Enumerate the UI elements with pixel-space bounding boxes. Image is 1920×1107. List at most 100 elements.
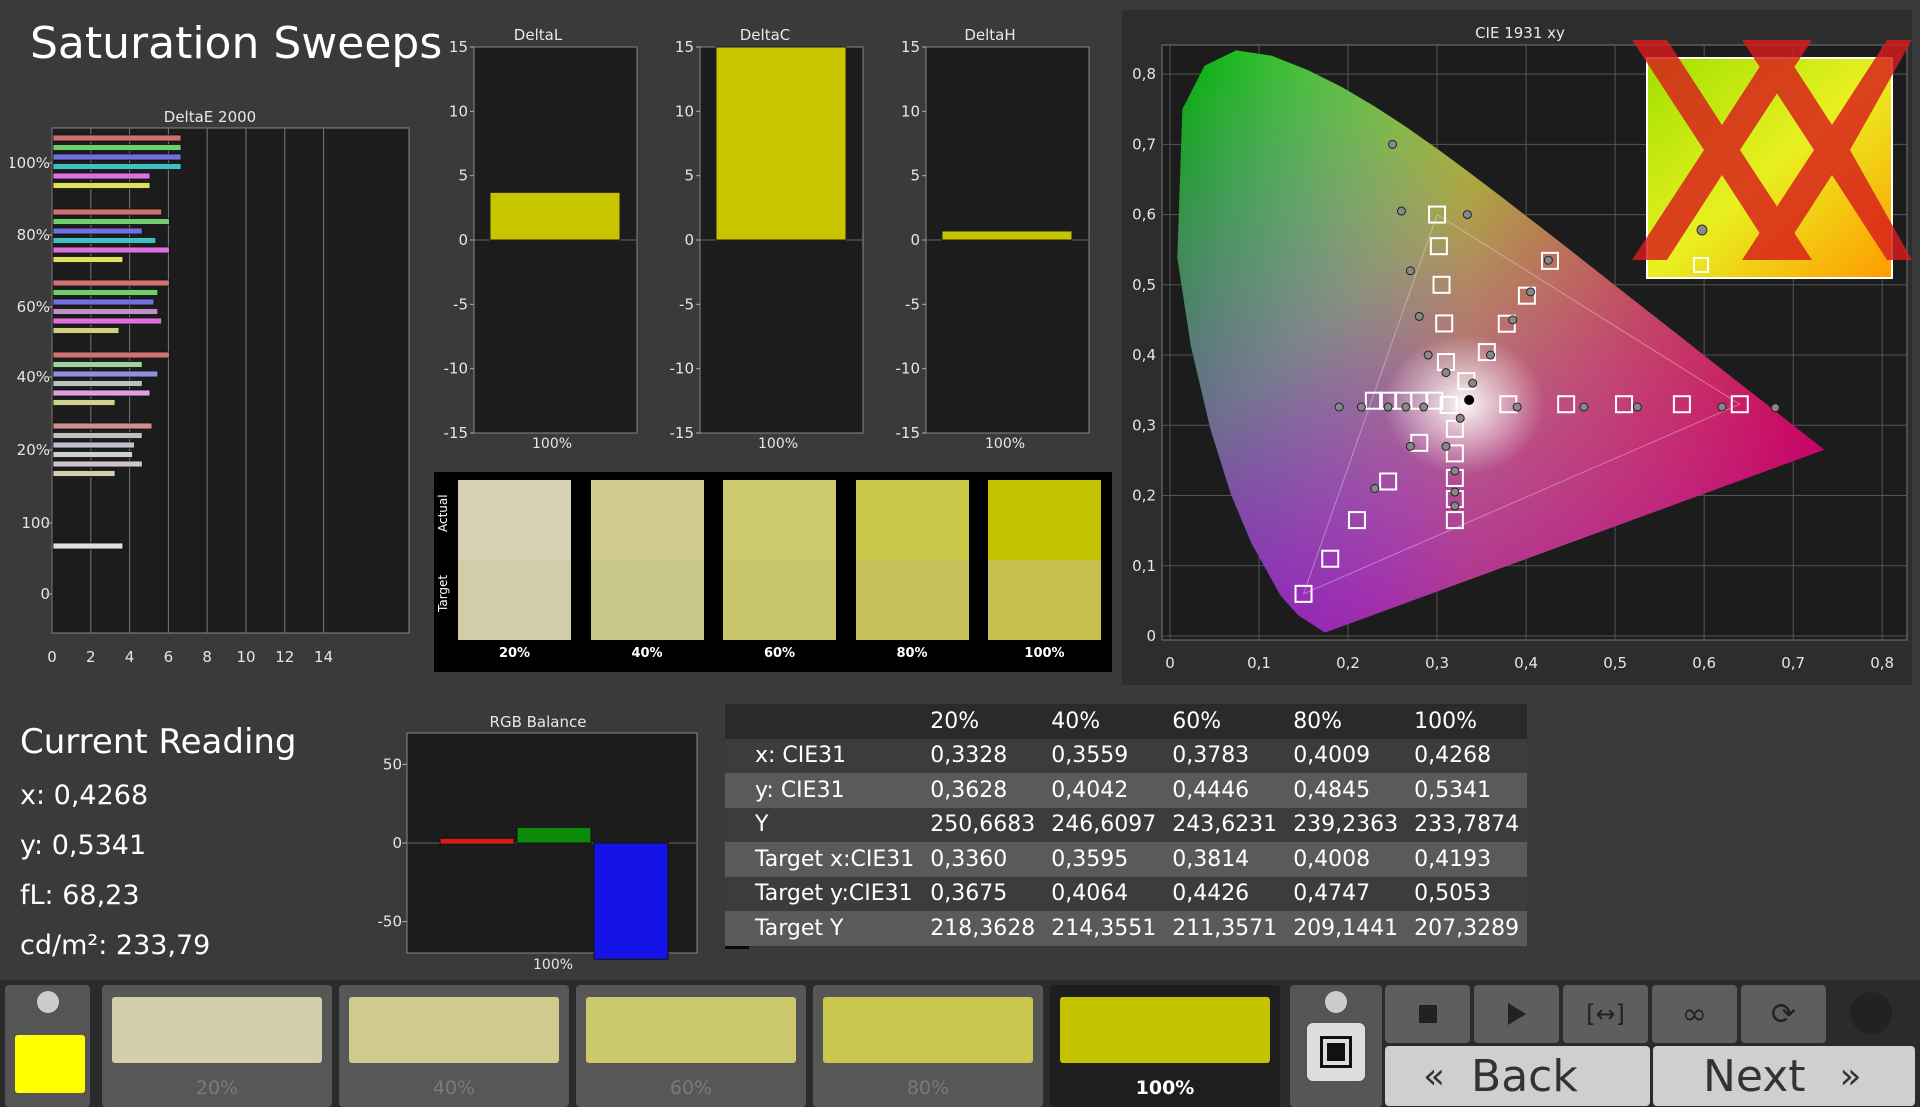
stop-panel xyxy=(1290,985,1382,1107)
measured-point xyxy=(1579,402,1589,412)
deltae-bar xyxy=(52,182,151,189)
table-cell: 243,6231 xyxy=(1172,812,1278,838)
patch-button-20pct[interactable]: 20% xyxy=(102,985,332,1107)
infinity-icon: ∞ xyxy=(1682,996,1707,1032)
deltae-bar xyxy=(52,422,153,430)
table-cell: 0,3675 xyxy=(930,881,1008,907)
table-cell: 0,3328 xyxy=(930,743,1008,769)
stop-button[interactable] xyxy=(1385,985,1470,1043)
swatch-label: 40% xyxy=(631,646,663,661)
deltae-bar xyxy=(52,317,163,325)
deltae-bar xyxy=(52,308,159,315)
target-label: Target xyxy=(436,574,450,612)
swatch-pair xyxy=(988,480,1101,640)
deltac-tick: 10 xyxy=(675,102,694,120)
deltae-x-tick: 0 xyxy=(47,648,57,665)
measurement-table: 20% 40% 60% 80% 100% x: CIE31 0,3328 0,3559 0,3… xyxy=(725,704,1528,946)
table-cell: 0,4064 xyxy=(1051,881,1129,907)
deltae-bar xyxy=(52,298,155,306)
measured-point xyxy=(1423,350,1433,360)
deltal-caption: 100% xyxy=(532,436,573,452)
swatch-actual xyxy=(590,480,704,560)
patch-swatch xyxy=(823,997,1033,1063)
current-color-panel xyxy=(5,985,90,1107)
patch-button-80pct[interactable]: 80% xyxy=(813,985,1043,1107)
deltae-x-tick: 8 xyxy=(202,648,212,665)
next-button[interactable]: Next » xyxy=(1653,1046,1915,1106)
patch-button-100pct[interactable]: 100% xyxy=(1050,985,1280,1107)
measured-point xyxy=(1462,210,1472,220)
measured-point xyxy=(1543,255,1553,265)
patch-button-60pct[interactable]: 60% xyxy=(576,985,806,1107)
patch-label: 80% xyxy=(906,1077,950,1099)
deltac-bar xyxy=(715,46,847,241)
fit-button[interactable]: [↔] xyxy=(1563,985,1648,1043)
deltae-bar xyxy=(52,351,170,359)
patch-swatch xyxy=(349,997,559,1063)
table-cell: 211,3571 xyxy=(1172,915,1278,941)
measured-point xyxy=(1455,413,1465,423)
swatch-target xyxy=(855,560,969,640)
table-header: 100% xyxy=(1414,708,1478,734)
measured-point xyxy=(1508,315,1518,325)
cie-y-tick: 0,8 xyxy=(1132,65,1156,83)
table-header: 20% xyxy=(930,708,980,734)
deltae-chart: 100%80%60%40%20%1000 0 2 4 6 8 10 12 14 xyxy=(10,127,410,665)
table-header: 80% xyxy=(1293,708,1343,734)
deltae-bar xyxy=(52,279,170,287)
deltac-caption: 100% xyxy=(758,436,799,452)
patch-swatch xyxy=(1060,997,1270,1063)
swatch-pair xyxy=(458,480,571,640)
table-row: Target y:CIE31 0,3675 0,4064 0,4426 0,4747 0,… xyxy=(725,876,1528,911)
loop-button[interactable]: ∞ xyxy=(1652,985,1737,1043)
measured-point xyxy=(1405,441,1415,451)
next-label: Next xyxy=(1703,1050,1806,1102)
table-row: y: CIE31 0,3628 0,4042 0,4446 0,4845 0,5341 xyxy=(725,773,1528,808)
stop-measure-button[interactable] xyxy=(1307,1023,1365,1081)
cie-x-tick: 0,1 xyxy=(1247,654,1271,672)
deltae-y-label: 100 xyxy=(21,514,50,532)
back-button[interactable]: « Back xyxy=(1385,1046,1650,1106)
deltae-bar xyxy=(52,327,120,334)
collapse-icon[interactable] xyxy=(37,991,59,1013)
table-cell: 0,4446 xyxy=(1172,777,1250,803)
measured-point xyxy=(1370,484,1380,493)
deltae-bar xyxy=(52,542,124,550)
table-cell: 0,4193 xyxy=(1414,846,1492,872)
deltac-tick: -10 xyxy=(670,360,695,378)
cie-y-tick: 0,3 xyxy=(1132,416,1156,434)
blue-bar xyxy=(593,842,669,960)
table-cell: 0,4042 xyxy=(1051,777,1129,803)
table-cell: 207,3289 xyxy=(1414,915,1520,941)
swatch-actual xyxy=(458,480,571,560)
collapse-icon[interactable] xyxy=(1325,991,1347,1013)
reading-y: y: 0,5341 xyxy=(20,830,147,861)
table-cell: 0,3628 xyxy=(930,777,1008,803)
cie-chart: 0 0,1 0,2 0,3 0,4 0,5 0,6 0,7 0,8 0 0,1 0,2 0,3 0,4 0… xyxy=(1132,40,1912,672)
measured-point xyxy=(1468,378,1478,388)
patch-button-40pct[interactable]: 40% xyxy=(339,985,569,1107)
deltae-x-tick: 2 xyxy=(86,648,96,665)
refresh-button[interactable]: ⟳ xyxy=(1741,985,1826,1043)
swatch-target xyxy=(723,560,836,640)
swatch-actual xyxy=(855,480,969,560)
play-button[interactable] xyxy=(1474,985,1559,1043)
deltae-bar xyxy=(52,380,143,387)
deltae-y-label: 100% xyxy=(10,154,50,172)
row-label: Target Y xyxy=(755,915,844,941)
back-chevron-icon: « xyxy=(1423,1055,1446,1097)
table-row: Target x:CIE31 0,3360 0,3595 0,3814 0,4008 0,… xyxy=(725,842,1528,877)
swatch-pair xyxy=(723,480,836,640)
deltae-y-label: 80% xyxy=(17,226,50,244)
deltae-bar xyxy=(52,361,143,368)
deltae-bar xyxy=(52,460,143,468)
deltah-bar xyxy=(941,230,1073,241)
measured-point xyxy=(1485,350,1495,360)
measured-point xyxy=(1334,402,1344,412)
table-row: Target Y 218,3628 214,3551 211,3571 209,1441… xyxy=(725,911,1528,946)
rgb-balance-caption: 100% xyxy=(533,957,574,973)
deltae-bar xyxy=(52,246,170,254)
deltah-tick: -10 xyxy=(896,360,921,378)
deltac-tick: 5 xyxy=(684,167,694,185)
reading-x: x: 0,4268 xyxy=(20,780,149,811)
